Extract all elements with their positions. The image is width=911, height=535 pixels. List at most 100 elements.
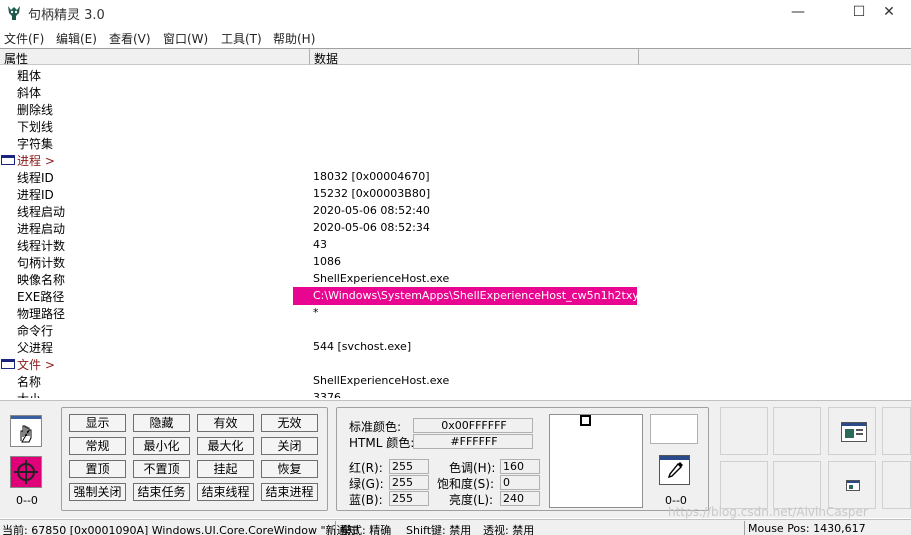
grid-row[interactable]: 下划线 — [0, 117, 911, 134]
red-field[interactable]: 255 — [389, 459, 429, 474]
column-property[interactable]: 属性 — [4, 50, 28, 67]
maximize-button[interactable]: 最大化 — [197, 437, 254, 455]
html-color-field[interactable]: #FFFFFF — [413, 434, 533, 449]
blue-field[interactable]: 255 — [389, 491, 429, 506]
grid-row[interactable]: 句柄计数 1086 — [0, 253, 911, 270]
minimize-button[interactable]: — — [775, 0, 821, 26]
property-label: 映像名称 — [17, 273, 66, 287]
green-field[interactable]: 255 — [389, 475, 429, 490]
menu-view[interactable]: 查看(V) — [109, 30, 151, 47]
saturation-label: 饱和度(S): — [437, 477, 495, 491]
hue-field[interactable]: 160 — [500, 459, 540, 474]
status-mode: 模式: 精确 — [340, 524, 392, 535]
tool-tile[interactable] — [720, 407, 768, 455]
menu-edit[interactable]: 编辑(E) — [56, 30, 97, 47]
status-current: 当前: 67850 [0x0001090A] Windows.UI.Core.C… — [2, 524, 359, 535]
property-label: 名称 — [17, 375, 42, 389]
grid-row[interactable]: 进程ID 15232 [0x00003B80] — [0, 185, 911, 202]
status-shift: Shift键: 禁用 — [406, 524, 472, 535]
std-color-field[interactable]: 0x00FFFFFF — [413, 418, 533, 433]
property-label: 粗体 — [17, 69, 42, 83]
topmost-button[interactable]: 置顶 — [69, 460, 126, 478]
enable-button[interactable]: 有效 — [197, 414, 254, 432]
grid-row[interactable]: 斜体 — [0, 83, 911, 100]
property-value: ShellExperienceHost.exe — [313, 374, 450, 387]
minimize-button[interactable]: 最小化 — [133, 437, 190, 455]
property-value: C:\Windows\SystemApps\ShellExperienceHos… — [313, 289, 671, 302]
not-topmost-button[interactable]: 不置顶 — [133, 460, 190, 478]
tool-tile[interactable] — [882, 407, 911, 455]
hide-button[interactable]: 隐藏 — [133, 414, 190, 432]
color-swatch — [549, 414, 643, 508]
end-task-button[interactable]: 结束任务 — [133, 483, 190, 501]
grid-row[interactable]: 线程ID 18032 [0x00004670] — [0, 168, 911, 185]
color-panel: 标准颜色: 0x00FFFFFF HTML 颜色: #FFFFFF 红(R): … — [336, 407, 709, 511]
grid-row[interactable]: 映像名称 ShellExperienceHost.exe — [0, 270, 911, 287]
suspend-button[interactable]: 挂起 — [197, 460, 254, 478]
small-window-tool-button[interactable] — [828, 461, 876, 509]
resume-button[interactable]: 恢复 — [261, 460, 318, 478]
small-window-icon — [846, 480, 860, 491]
bottom-panel: 0--0 显示 隐藏 有效 无效 常规 最小化 最大化 关闭 置顶 不置顶 挂起 恢复 强制关闭 结束任务… — [0, 400, 911, 518]
property-grid[interactable]: 属性 数据 粗体 斜体删除线下划线 字符集进程 > 线程ID 18032 [0x0000… — [0, 48, 911, 398]
property-label: 进程 > — [17, 154, 55, 168]
grid-row[interactable]: 删除线 — [0, 100, 911, 117]
close-button[interactable]: ✕ — [866, 0, 911, 26]
show-button[interactable]: 显示 — [69, 414, 126, 432]
menu-tools[interactable]: 工具(T) — [221, 30, 262, 47]
luminance-field[interactable]: 240 — [500, 491, 540, 506]
grid-row[interactable]: 名称 ShellExperienceHost.exe — [0, 372, 911, 389]
blue-label: 蓝(B): — [349, 493, 383, 507]
color-cursor — [580, 415, 591, 426]
property-value: 15232 [0x00003B80] — [313, 187, 431, 200]
watermark: https://blog.csdn.net/AlvinCasper — [668, 505, 868, 519]
property-label: 进程ID — [17, 188, 54, 202]
grid-group-row[interactable]: 文件 > — [0, 355, 911, 372]
tool-tile[interactable] — [720, 461, 768, 509]
property-value: 2020-05-06 08:52:34 — [313, 221, 430, 234]
layout-tool-button[interactable] — [828, 407, 876, 455]
grid-row[interactable]: 命令行 — [0, 321, 911, 338]
grid-row[interactable]: 进程启动 2020-05-06 08:52:34 — [0, 219, 911, 236]
menu-bar: 文件(F) 编辑(E) 查看(V) 窗口(W) 工具(T) 帮助(H) — [0, 27, 911, 47]
window-finder-tool[interactable] — [10, 415, 42, 447]
property-label: 删除线 — [17, 103, 54, 117]
std-color-label: 标准颜色: — [349, 420, 402, 434]
menu-file[interactable]: 文件(F) — [4, 30, 44, 47]
grid-group-row[interactable]: 进程 > — [0, 151, 911, 168]
tool-tile[interactable] — [773, 461, 821, 509]
grid-row[interactable]: 父进程 544 [svchost.exe] — [0, 338, 911, 355]
grid-row[interactable]: 粗体 — [0, 66, 911, 83]
grid-row[interactable]: EXE路径 C:\Windows\SystemApps\ShellExperien… — [0, 287, 911, 305]
grid-row[interactable]: 线程计数 43 — [0, 236, 911, 253]
tool-tile[interactable] — [773, 407, 821, 455]
close-button[interactable]: 关闭 — [261, 437, 318, 455]
property-label: 大小 — [17, 390, 41, 398]
property-label: 下划线 — [17, 120, 54, 134]
column-divider[interactable] — [638, 49, 639, 65]
column-divider[interactable] — [309, 49, 310, 65]
property-label: 物理路径 — [17, 307, 66, 321]
window-title: 句柄精灵 3.0 — [28, 8, 105, 23]
property-label: 命令行 — [17, 324, 54, 338]
column-data[interactable]: 数据 — [314, 50, 338, 67]
grid-row[interactable]: 物理路径 * — [0, 304, 911, 321]
end-thread-button[interactable]: 结束线程 — [197, 483, 254, 501]
grid-row[interactable]: 大小 3376 — [0, 389, 911, 398]
eyedropper-icon[interactable] — [659, 455, 690, 485]
grid-row[interactable]: 字符集 — [0, 134, 911, 151]
grid-row[interactable]: 线程启动 2020-05-06 08:52:40 — [0, 202, 911, 219]
end-process-button[interactable]: 结束进程 — [261, 483, 318, 501]
property-label: 线程ID — [17, 171, 54, 185]
menu-window[interactable]: 窗口(W) — [163, 30, 208, 47]
saturation-field[interactable]: 0 — [500, 475, 540, 490]
status-mouse-pos: Mouse Pos: 1430,617 — [748, 522, 866, 535]
force-close-button[interactable]: 强制关闭 — [69, 483, 126, 501]
disable-button[interactable]: 无效 — [261, 414, 318, 432]
property-value: 1086 — [313, 255, 341, 268]
menu-help[interactable]: 帮助(H) — [273, 30, 315, 47]
tool-tile[interactable] — [882, 461, 911, 509]
normal-button[interactable]: 常规 — [69, 437, 126, 455]
property-value: 3376 — [313, 391, 341, 398]
target-icon[interactable] — [10, 456, 42, 488]
